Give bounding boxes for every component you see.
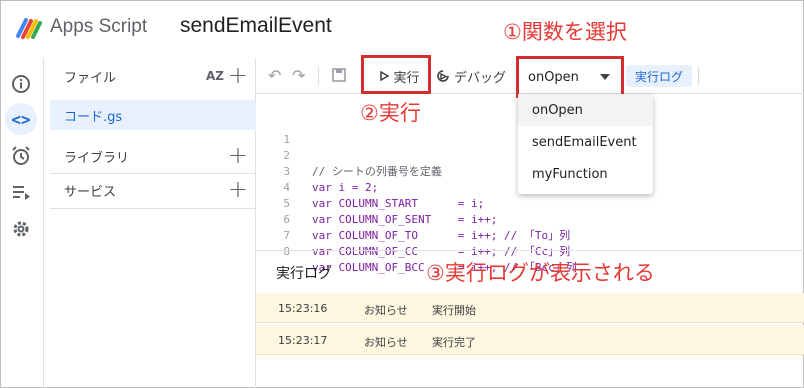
- info-icon: [12, 75, 30, 93]
- editor-button[interactable]: <>: [5, 103, 37, 135]
- gear-icon: [13, 221, 29, 237]
- code-line: 8 var COLUMN_OF_BCC = i++; // 「Bcc」列: [256, 228, 804, 274]
- log-time: 15:23:17: [278, 334, 328, 347]
- highlight-function-select: [516, 56, 624, 98]
- divider: [698, 67, 699, 85]
- alarm-icon: [12, 146, 30, 165]
- log-time: 15:23:16: [278, 302, 328, 315]
- undo-icon[interactable]: ↶: [268, 66, 281, 85]
- code-icon: <>: [11, 109, 31, 129]
- highlight-run-button: [361, 55, 431, 94]
- log-message: 実行完了: [432, 336, 476, 349]
- services-label: サービス: [64, 184, 117, 200]
- overview-button[interactable]: [5, 68, 37, 100]
- debug-label: デバッグ: [454, 70, 507, 86]
- add-library-plus-icon[interactable]: +: [228, 143, 248, 167]
- executions-icon: [13, 186, 30, 200]
- dropdown-option-myfunction[interactable]: myFunction: [518, 158, 653, 190]
- dropdown-option-onopen[interactable]: onOpen: [518, 94, 653, 126]
- execution-log-panel: 実行ログ 15:23:16 お知らせ 実行開始 15:23:17 お知らせ 実行…: [256, 250, 804, 388]
- libraries-label: ライブラリ: [64, 150, 130, 166]
- divider: [50, 208, 256, 209]
- function-dropdown-menu: onOpen sendEmailEvent myFunction: [518, 94, 653, 194]
- code-line: 6 var COLUMN_OF_TO = i++; // 「To」列: [256, 196, 804, 242]
- app-name: Apps Script: [50, 16, 148, 37]
- left-rail: <>: [0, 58, 44, 388]
- add-file-plus-icon[interactable]: +: [228, 63, 248, 87]
- files-header: ファイル AZ +: [50, 60, 256, 92]
- apps-script-logo-icon: [16, 18, 42, 39]
- executions-button[interactable]: [5, 176, 37, 208]
- dropdown-option-sendemailevent[interactable]: sendEmailEvent: [518, 126, 653, 158]
- file-name: コード.gs: [64, 109, 123, 125]
- code-line: 7 var COLUMN_OF_CC = i++; // 「Cc」列: [256, 212, 804, 258]
- annotation-step1: ①関数を選択: [503, 20, 627, 44]
- debug-button[interactable]: デバッグ: [436, 60, 516, 92]
- divider: [318, 67, 319, 85]
- files-label: ファイル: [64, 70, 117, 86]
- libraries-header: ライブラリ +: [50, 140, 256, 172]
- log-row: 15:23:16 お知らせ 実行開始: [256, 293, 804, 323]
- log-level: お知らせ: [364, 336, 408, 349]
- execution-log-title: 実行ログ: [276, 266, 332, 282]
- files-panel: ファイル AZ + コード.gs ライブラリ + サービス +: [50, 58, 256, 388]
- triggers-button[interactable]: [5, 140, 37, 172]
- redo-icon[interactable]: ↷: [292, 66, 305, 85]
- add-service-plus-icon[interactable]: +: [228, 177, 248, 201]
- settings-button[interactable]: [5, 213, 37, 245]
- app-header: Apps Script sendEmailEvent: [0, 0, 804, 58]
- execution-log-button[interactable]: 実行ログ: [626, 65, 692, 87]
- project-name[interactable]: sendEmailEvent: [180, 14, 332, 38]
- services-header: サービス +: [50, 174, 256, 206]
- save-icon[interactable]: [332, 68, 346, 82]
- file-item-code-gs[interactable]: コード.gs: [50, 100, 256, 130]
- log-level: お知らせ: [364, 304, 408, 317]
- annotation-step2: ②実行: [360, 101, 421, 125]
- log-message: 実行開始: [432, 304, 476, 317]
- sort-button[interactable]: AZ: [206, 69, 224, 83]
- log-row: 15:23:17 お知らせ 実行完了: [256, 325, 804, 355]
- debug-icon: [437, 70, 449, 82]
